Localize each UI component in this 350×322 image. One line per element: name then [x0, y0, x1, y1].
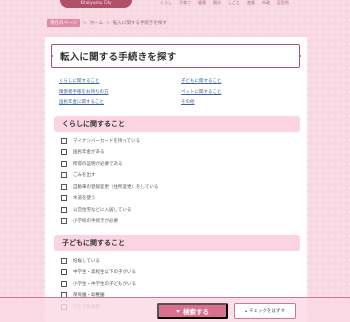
checklist-item[interactable]: 中学生・高校生以下の子がいる: [61, 267, 291, 279]
breadcrumb-page: 転入に関する手続きを探す: [112, 21, 167, 26]
checklist-item-label: 公営住宅などに入居している: [73, 207, 132, 213]
anchor-link[interactable]: その他: [181, 99, 299, 105]
nav-item[interactable]: 健康: [198, 0, 206, 6]
main-content: 転入に関する手続きを探す くらしに関すること 子どもに関すること 障害者手帳をお…: [45, 37, 307, 322]
anchor-link[interactable]: くらしに関すること: [59, 78, 177, 84]
checkbox[interactable]: [61, 183, 67, 190]
checklist-kurashi: マイナンバーカードを持っている 国民年金がある 所得の証明が必要である ごみを出…: [61, 135, 291, 227]
checkbox[interactable]: [61, 160, 67, 167]
checklist-item-label: 所得の証明が必要である: [73, 161, 123, 167]
checklist-item[interactable]: 小学校の手続きが必要: [61, 216, 291, 228]
checkbox[interactable]: [61, 206, 67, 213]
checklist-item[interactable]: 国民年金がある: [61, 147, 291, 159]
nav-item[interactable]: しごと: [228, 0, 240, 6]
checklist-item[interactable]: 公営住宅などに入居している: [61, 204, 291, 216]
title-decoration: [50, 55, 53, 57]
checklist-item-label: 小学生・中学生の子どもがいる: [73, 281, 136, 287]
anchor-link[interactable]: 国民年金に関すること: [59, 99, 177, 105]
clear-checks-label: チェックをはずす: [249, 308, 285, 313]
category-anchor-links: くらしに関すること 子どもに関すること 障害者手帳をお持ちの方 ペットに関するこ…: [59, 78, 299, 105]
checklist-item-label: 小学校の手続きが必要: [73, 219, 118, 225]
checklist-item[interactable]: 小学生・中学生の子どもがいる: [61, 278, 291, 290]
checklist-item[interactable]: マイナンバーカードを持っている: [61, 135, 291, 147]
breadcrumb: 現在のページ > ホーム > 転入に関する手続きを探す: [47, 19, 167, 27]
nav-item[interactable]: 観光: [213, 0, 221, 6]
breadcrumb-current-label: 現在のページ: [47, 19, 80, 27]
global-nav: くらし 子育て 健康 観光 しごと 産業 市政 区役所: [160, 0, 338, 6]
checklist-item-label: マイナンバーカードを持っている: [73, 138, 141, 144]
checklist-item-label: 水道を使う: [73, 196, 96, 202]
checkbox[interactable]: [61, 137, 67, 144]
anchor-link[interactable]: ペットに関すること: [181, 89, 299, 95]
nav-item[interactable]: くらし: [160, 0, 172, 6]
anchor-link[interactable]: 障害者手帳をお持ちの方: [59, 89, 177, 95]
section-header-kodomo: 子どもに関すること: [54, 235, 300, 251]
checklist-item[interactable]: 水道を使う: [61, 193, 291, 205]
checklist-item[interactable]: 所得の証明が必要である: [61, 158, 291, 170]
checkbox[interactable]: [61, 172, 67, 179]
checklist-item[interactable]: ごみを出す: [61, 170, 291, 182]
checkbox[interactable]: [61, 280, 67, 287]
anchor-link[interactable]: 子どもに関すること: [181, 78, 299, 84]
chevron-down-icon: [176, 309, 180, 313]
checklist-item[interactable]: 妊娠している: [61, 255, 291, 267]
title-decoration: [298, 55, 301, 57]
chevron-up-icon: [245, 310, 247, 312]
checklist-item-label: 国民年金がある: [73, 150, 105, 156]
page-title-box: 転入に関する手続きを探す: [50, 44, 301, 68]
checklist-item-label: 妊娠している: [73, 258, 100, 264]
checklist-item-label: 自動車の登録変更（住所変更）をしている: [73, 184, 159, 190]
search-button[interactable]: 検索する: [157, 303, 228, 319]
nav-item[interactable]: 市政: [262, 0, 270, 6]
nav-item[interactable]: 子育て: [179, 0, 191, 6]
nav-item[interactable]: 産業: [247, 0, 255, 6]
checklist-item-label: 中学生・高校生以下の子がいる: [73, 270, 136, 276]
checklist-item[interactable]: 自動車の登録変更（住所変更）をしている: [61, 181, 291, 193]
breadcrumb-separator: >: [82, 20, 87, 26]
search-button-label: 検索する: [183, 309, 209, 316]
checkbox[interactable]: [61, 195, 67, 202]
site-logo[interactable]: Kitakyushu City: [60, 0, 132, 8]
checkbox[interactable]: [61, 269, 67, 276]
breadcrumb-separator: >: [106, 20, 110, 26]
page-title: 転入に関する手続きを探す: [60, 52, 177, 63]
nav-item[interactable]: 区役所: [277, 0, 289, 6]
section-header-kurashi: くらしに関すること: [54, 116, 300, 132]
breadcrumb-home-link[interactable]: ホーム: [90, 20, 103, 26]
checkbox[interactable]: [61, 149, 67, 156]
checkbox[interactable]: [61, 218, 67, 225]
clear-checks-button[interactable]: チェックをはずす: [234, 303, 296, 319]
checkbox[interactable]: [61, 257, 67, 264]
checklist-item-label: ごみを出す: [73, 173, 96, 179]
